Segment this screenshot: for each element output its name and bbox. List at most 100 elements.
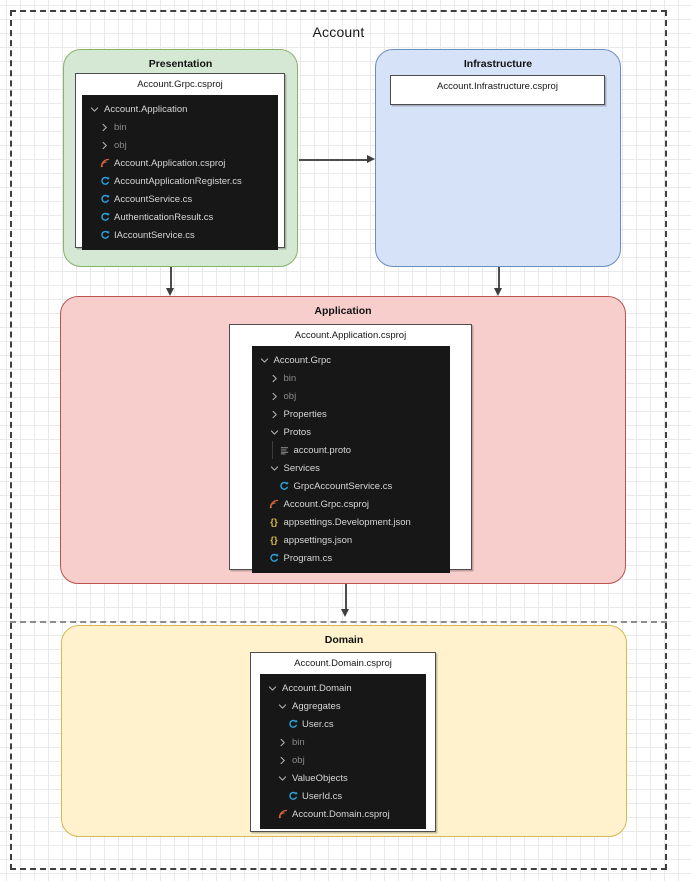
- project-card-application-title: Account.Application.csproj: [294, 330, 407, 341]
- csproj-icon: [98, 157, 111, 170]
- tree-item[interactable]: GrpcAccountService.cs: [252, 477, 450, 495]
- arrowhead-application-to-domain: [341, 609, 349, 617]
- tree-item[interactable]: {} appsettings.Development.json: [252, 513, 450, 531]
- chevron-right-icon[interactable]: [276, 754, 289, 767]
- project-card-presentation-title: Account.Grpc.csproj: [137, 79, 223, 90]
- layer-application-label: Application: [314, 305, 372, 317]
- tree-item[interactable]: account.proto: [252, 441, 450, 460]
- file-tree-application[interactable]: Account.Grpc bin obj Properties Protos accoun…: [251, 346, 450, 574]
- chevron-right-icon[interactable]: [268, 390, 281, 403]
- tree-item[interactable]: AuthenticationResult.cs: [82, 208, 278, 226]
- arrowhead-presentation-to-application: [166, 288, 174, 296]
- chevron-right-icon[interactable]: [98, 139, 111, 152]
- tree-item-label: Properties: [283, 408, 327, 420]
- chevron-right-icon[interactable]: [268, 372, 281, 385]
- csproj-icon: [276, 808, 289, 821]
- tree-item-label: Protos: [283, 426, 311, 438]
- tree-item-label: account.proto: [293, 444, 352, 456]
- csharp-icon: [278, 480, 291, 493]
- connector-presentation-to-infrastructure: [299, 159, 368, 161]
- project-card-domain-title: Account.Domain.csproj: [294, 658, 392, 669]
- chevron-down-icon[interactable]: [276, 772, 289, 785]
- tree-item[interactable]: Account.Application: [82, 100, 278, 118]
- project-card-infrastructure-title: Account.Infrastructure.csproj: [437, 81, 558, 92]
- tree-item[interactable]: Account.Grpc.csproj: [252, 495, 450, 513]
- diagram-canvas: Account Presentation Account.Grpc.csproj…: [0, 0, 691, 881]
- tree-item-label: IAccountService.cs: [114, 229, 195, 241]
- layer-divider: [10, 621, 667, 623]
- project-card-domain[interactable]: Account.Domain.csproj Account.Domain Aggr…: [250, 652, 436, 832]
- tree-item-label: Aggregates: [292, 700, 341, 712]
- chevron-down-icon[interactable]: [258, 354, 271, 367]
- tree-item[interactable]: User.cs: [260, 715, 426, 733]
- chevron-down-icon[interactable]: [88, 103, 101, 116]
- file-tree-presentation[interactable]: Account.Application bin obj Account.Applica…: [82, 95, 278, 251]
- connector-presentation-to-application: [170, 267, 172, 289]
- tree-item-label: Program.cs: [283, 552, 333, 564]
- tree-item[interactable]: Protos: [252, 423, 450, 441]
- tree-item[interactable]: ValueObjects: [260, 769, 426, 787]
- tree-item[interactable]: bin: [252, 369, 450, 387]
- tree-item-label: AuthenticationResult.cs: [114, 211, 214, 223]
- tree-item[interactable]: Account.Domain: [260, 679, 426, 697]
- csproj-icon: [268, 498, 281, 511]
- tree-item[interactable]: {} appsettings.json: [252, 531, 450, 549]
- tree-item[interactable]: Account.Domain.csproj: [260, 805, 426, 823]
- tree-item-label: appsettings.json: [283, 534, 353, 546]
- tree-item[interactable]: Aggregates: [260, 697, 426, 715]
- tree-item[interactable]: obj: [260, 751, 426, 769]
- tree-item[interactable]: Account.Application.csproj: [82, 154, 278, 172]
- tree-item-label: obj: [292, 754, 305, 766]
- chevron-right-icon[interactable]: [98, 121, 111, 134]
- tree-item-label: User.cs: [302, 718, 334, 730]
- tree-item[interactable]: AccountApplicationRegister.cs: [82, 172, 278, 190]
- tree-item-label: Account.Application: [104, 103, 188, 115]
- tree-item-label: AccountService.cs: [114, 193, 193, 205]
- tree-item-label: appsettings.Development.json: [283, 516, 411, 528]
- chevron-down-icon[interactable]: [268, 426, 281, 439]
- tree-item[interactable]: AccountService.cs: [82, 190, 278, 208]
- tree-item-label: Account.Domain.csproj: [292, 808, 390, 820]
- file-tree-domain[interactable]: Account.Domain Aggregates User.cs bin obj Val…: [260, 674, 426, 830]
- chevron-down-icon[interactable]: [268, 462, 281, 475]
- layer-presentation-label: Presentation: [148, 58, 213, 70]
- layer-domain-label: Domain: [324, 634, 364, 646]
- json-icon: {}: [270, 534, 278, 546]
- tree-item[interactable]: Program.cs: [252, 549, 450, 567]
- tree-item-label: bin: [292, 736, 305, 748]
- tree-item-label: obj: [283, 390, 297, 402]
- csharp-icon: [268, 552, 281, 565]
- connector-infrastructure-to-application: [498, 267, 500, 289]
- tree-item[interactable]: bin: [260, 733, 426, 751]
- chevron-right-icon[interactable]: [268, 408, 281, 421]
- tree-item[interactable]: UserId.cs: [260, 787, 426, 805]
- chevron-down-icon[interactable]: [276, 700, 289, 713]
- diagram-title: Account: [312, 24, 365, 40]
- csharp-icon: [98, 211, 111, 224]
- tree-item[interactable]: obj: [82, 136, 278, 154]
- tree-item[interactable]: Account.Grpc: [252, 351, 450, 369]
- tree-item[interactable]: Properties: [252, 405, 450, 423]
- chevron-right-icon[interactable]: [276, 736, 289, 749]
- project-card-infrastructure[interactable]: Account.Infrastructure.csproj: [390, 75, 605, 105]
- csharp-icon: [286, 718, 299, 731]
- csharp-icon: [98, 175, 111, 188]
- json-icon: {}: [270, 516, 278, 528]
- csharp-icon: [98, 229, 111, 242]
- chevron-down-icon[interactable]: [266, 682, 279, 695]
- project-card-application[interactable]: Account.Application.csproj Account.Grpc b…: [229, 324, 472, 574]
- tree-item-label: ValueObjects: [292, 772, 348, 784]
- tree-item-label: Account.Grpc.csproj: [283, 498, 370, 510]
- tree-item[interactable]: Services: [252, 459, 450, 477]
- connector-application-to-domain: [345, 584, 347, 610]
- tree-item[interactable]: bin: [82, 118, 278, 136]
- tree-item[interactable]: obj: [252, 387, 450, 405]
- tree-item[interactable]: IAccountService.cs: [82, 226, 278, 244]
- project-card-presentation[interactable]: Account.Grpc.csproj Account.Application b…: [75, 73, 285, 251]
- csharp-icon: [98, 193, 111, 206]
- proto-icon: [278, 444, 291, 457]
- arrowhead-infrastructure-to-application: [494, 288, 502, 296]
- layer-infrastructure-label: Infrastructure: [463, 58, 533, 70]
- tree-item-label: Account.Grpc: [273, 354, 332, 366]
- tree-item-label: Account.Domain: [282, 682, 352, 694]
